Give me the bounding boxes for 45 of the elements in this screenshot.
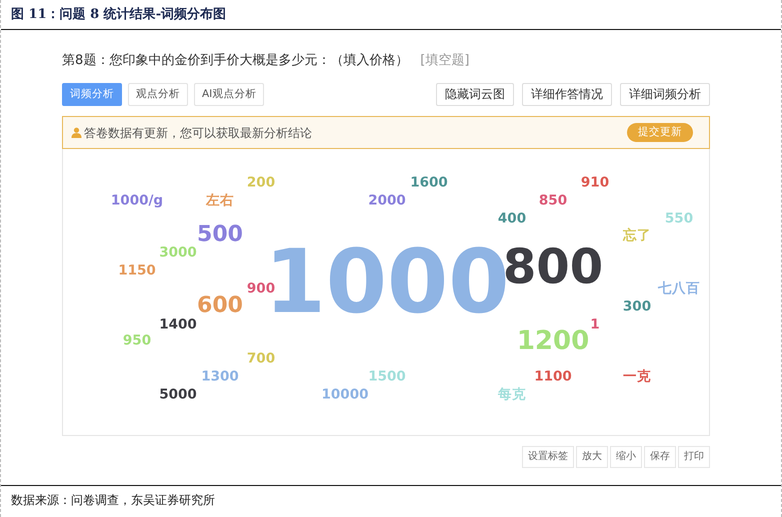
action-button[interactable]: 详细词频分析 bbox=[620, 83, 710, 106]
figure-title: 图 11：问题 8 统计结果-词频分布图 bbox=[1, 0, 781, 30]
question-text: 第8题：您印象中的金价到手价大概是多少元：（填入价格） bbox=[62, 52, 408, 70]
cloud-word: 1 bbox=[590, 318, 600, 332]
cloud-word: 550 bbox=[664, 212, 694, 226]
action-button[interactable]: 隐藏词云图 bbox=[436, 83, 514, 106]
question-type: [填空题] bbox=[420, 52, 470, 70]
cloud-word: 700 bbox=[246, 352, 276, 366]
toolbar-button[interactable]: 保存 bbox=[644, 446, 676, 468]
tab[interactable]: AI观点分析 bbox=[194, 83, 264, 106]
cloud-word: 每克 bbox=[498, 388, 526, 402]
toolbar-button[interactable]: 设置标签 bbox=[522, 446, 574, 468]
source-note: 数据来源：问卷调查，东吴证券研究所 bbox=[1, 485, 781, 517]
action-button[interactable]: 详细作答情况 bbox=[522, 83, 612, 106]
cloud-word: 左右 bbox=[206, 194, 234, 208]
cloud-word: 1000/g bbox=[110, 194, 164, 208]
cloud-word: 910 bbox=[580, 176, 610, 190]
cloud-word: 5000 bbox=[159, 388, 197, 402]
cloud-word: 600 bbox=[197, 295, 243, 317]
cloud-word: 1500 bbox=[368, 370, 406, 384]
cloud-word: 1600 bbox=[410, 176, 448, 190]
cloud-word: 400 bbox=[498, 212, 526, 226]
cloud-word: 900 bbox=[246, 282, 276, 296]
cloud-word: 1400 bbox=[159, 318, 197, 332]
toolbar-button[interactable]: 缩小 bbox=[610, 446, 642, 468]
cloud-word: 3000 bbox=[159, 246, 197, 260]
cloud-word: 1200 bbox=[516, 328, 590, 354]
person-icon bbox=[71, 127, 82, 138]
cloud-word: 1150 bbox=[118, 264, 156, 278]
cloud-word: 10000 bbox=[322, 388, 368, 402]
cloud-word: 七八百 bbox=[658, 282, 700, 296]
tab[interactable]: 观点分析 bbox=[128, 83, 188, 106]
cloud-word: 1100 bbox=[534, 370, 572, 384]
cloud-word: 一克 bbox=[623, 370, 651, 384]
cloud-word: 忘了 bbox=[623, 229, 651, 243]
cloud-word: 950 bbox=[122, 334, 152, 348]
toolbar-button[interactable]: 放大 bbox=[576, 446, 608, 468]
cloud-word: 500 bbox=[197, 224, 243, 246]
cloud-word: 200 bbox=[246, 176, 276, 190]
cloud-word: 1300 bbox=[201, 370, 239, 384]
toolbar-button[interactable]: 打印 bbox=[678, 446, 710, 468]
cloud-word: 300 bbox=[622, 300, 652, 314]
notice-text: 答卷数据有更新，您可以获取最新分析结论 bbox=[84, 124, 312, 142]
cloud-word: 850 bbox=[538, 194, 568, 208]
cloud-word: 2000 bbox=[368, 194, 406, 208]
